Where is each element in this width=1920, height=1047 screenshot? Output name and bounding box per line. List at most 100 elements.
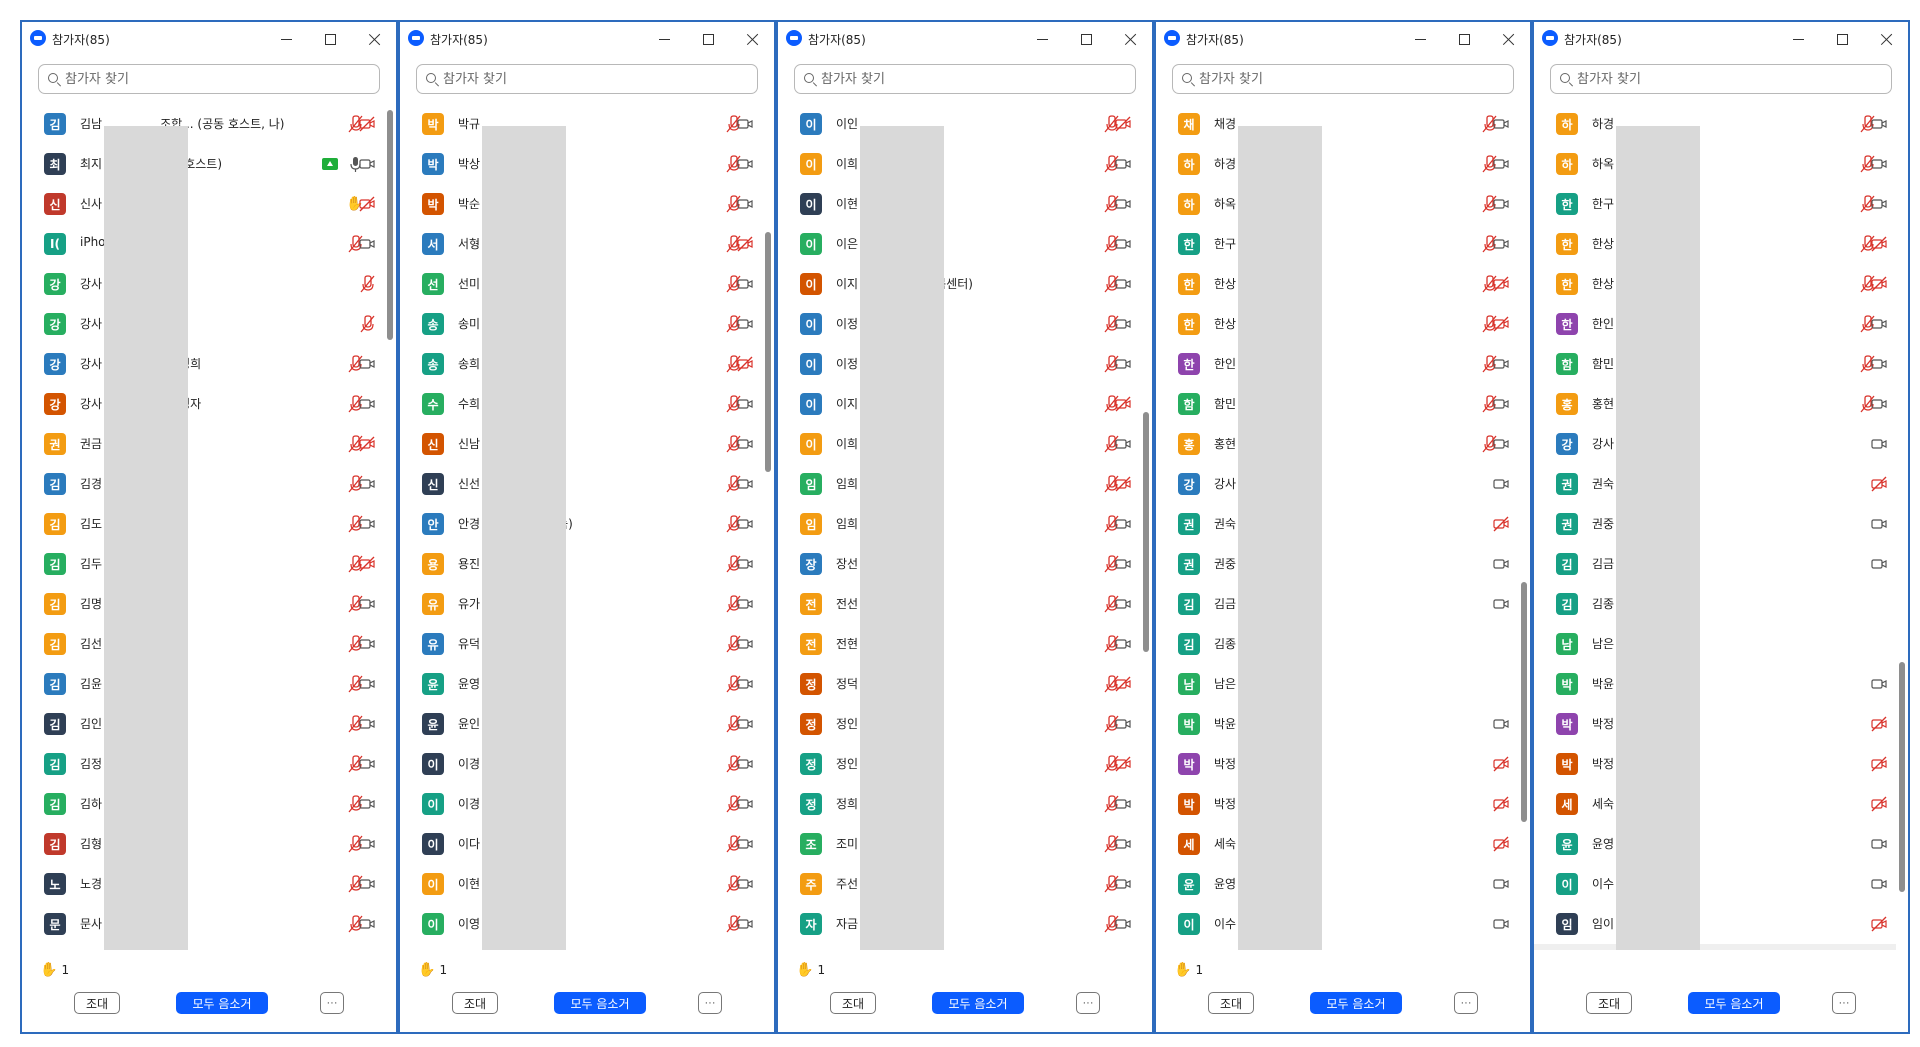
video-icon[interactable] [1870,675,1888,693]
close-button[interactable] [1864,22,1908,56]
participant-row[interactable]: 김 김정 [22,744,384,784]
search-input[interactable] [1199,69,1499,89]
participant-row[interactable]: 강 강사 [22,304,384,344]
video-icon[interactable] [1114,315,1132,333]
participant-row[interactable]: 하 하경 [1534,104,1896,144]
more-options-button[interactable]: ··· [1454,992,1478,1014]
mic-muted-icon[interactable] [358,315,376,333]
video-icon[interactable] [358,875,376,893]
video-off-icon[interactable] [1492,795,1510,813]
video-icon[interactable] [1492,355,1510,373]
video-icon[interactable] [1870,395,1888,413]
participant-row[interactable]: 김김선06 [22,624,384,664]
video-off-icon[interactable] [1870,275,1888,293]
participant-row[interactable]: 강 강사 [1156,464,1518,504]
video-off-icon[interactable] [1492,275,1510,293]
participant-row[interactable]: 남 남은 [1534,624,1896,664]
participant-row[interactable]: 권 권중 [1156,544,1518,584]
participant-row[interactable]: 김 김명 [22,584,384,624]
scrollbar-thumb[interactable] [1521,582,1527,822]
participant-row[interactable]: 박 박규 [400,104,762,144]
participant-row[interactable]: 주 주선 [778,864,1140,904]
video-icon[interactable] [1114,915,1132,933]
participant-row[interactable]: 신 신선 [400,464,762,504]
participant-row[interactable]: 김 김하 [22,784,384,824]
video-icon[interactable] [1114,515,1132,533]
participant-row[interactable]: 신 신사 ✋ [22,184,384,224]
video-icon[interactable] [1492,395,1510,413]
video-icon[interactable] [1492,475,1510,493]
participant-row[interactable]: 강강사고경자 [22,384,384,424]
video-icon[interactable] [358,755,376,773]
video-icon[interactable] [1870,195,1888,213]
participant-row[interactable]: I(iPho [22,224,384,264]
participant-row[interactable]: 박 박순 [400,184,762,224]
participant-row[interactable]: 권 권숙 [1534,464,1896,504]
participant-row[interactable]: 박 박정 [1534,704,1896,744]
participant-row[interactable]: 함 함민 [1534,344,1896,384]
video-icon[interactable] [358,155,376,173]
video-icon[interactable] [358,595,376,613]
invite-button[interactable]: 조대 [1208,992,1254,1014]
video-off-icon[interactable] [1870,715,1888,733]
mute-all-button[interactable]: 모두 음소거 [1310,992,1402,1014]
video-off-icon[interactable] [1870,755,1888,773]
video-icon[interactable] [358,795,376,813]
participant-row[interactable]: 한 한구 [1534,184,1896,224]
participant-row[interactable]: 한 한인 [1534,304,1896,344]
video-icon[interactable] [1114,275,1132,293]
participant-row[interactable]: 홍 홍현 [1156,424,1518,464]
participant-row[interactable]: 이 이경 [400,784,762,824]
participant-row[interactable]: 세 세숙 [1156,824,1518,864]
video-off-icon[interactable] [1114,755,1132,773]
invite-button[interactable]: 조대 [74,992,120,1014]
video-icon[interactable] [1492,115,1510,133]
video-icon[interactable] [1114,235,1132,253]
participant-row[interactable]: 김 김인 [22,704,384,744]
video-icon[interactable] [1114,555,1132,573]
video-off-icon[interactable] [358,195,376,213]
video-icon[interactable] [1870,875,1888,893]
close-button[interactable] [352,22,396,56]
minimize-button[interactable] [1776,22,1820,56]
participant-row[interactable]: 이 이현 [400,864,762,904]
participant-row[interactable]: 이 이희 [778,144,1140,184]
video-off-icon[interactable] [1492,315,1510,333]
participant-row[interactable]: 박 박윤 [1534,664,1896,704]
participant-row[interactable]: 한 한상 [1534,224,1896,264]
video-off-icon[interactable] [358,555,376,573]
scrollbar-thumb[interactable] [765,232,771,472]
video-icon[interactable] [1870,435,1888,453]
participant-row[interactable]: 안안경나눔) [400,504,762,544]
video-off-icon[interactable] [358,115,376,133]
participant-row[interactable]: 수 수희 [400,384,762,424]
participant-row[interactable]: 장 장선 [778,544,1140,584]
video-icon[interactable] [358,515,376,533]
more-options-button[interactable]: ··· [320,992,344,1014]
participant-row[interactable]: 정 정희 [778,784,1140,824]
participant-row[interactable]: 김 김남 조합... (공동 호스트, 나) [22,104,384,144]
scrollbar-thumb[interactable] [1899,662,1905,892]
video-icon[interactable] [736,515,754,533]
video-icon[interactable] [736,395,754,413]
video-off-icon[interactable] [736,355,754,373]
video-icon[interactable] [1492,595,1510,613]
participant-row[interactable]: 한 한상 [1156,304,1518,344]
video-icon[interactable] [736,875,754,893]
participant-row[interactable]: 이 이수 [1156,904,1518,944]
invite-button[interactable]: 조대 [1586,992,1632,1014]
video-icon[interactable] [736,555,754,573]
participant-row[interactable]: 이 이영 [400,904,762,944]
participant-row[interactable]: 문 문사 [22,904,384,944]
minimize-button[interactable] [642,22,686,56]
more-options-button[interactable]: ··· [1076,992,1100,1014]
participant-row[interactable]: 이 이정 [778,344,1140,384]
video-icon[interactable] [1492,715,1510,733]
video-icon[interactable] [1492,195,1510,213]
participant-row[interactable]: 하 하옥 [1534,144,1896,184]
participant-row[interactable]: 한 한인 [1156,344,1518,384]
video-off-icon[interactable] [1870,475,1888,493]
video-icon[interactable] [1870,155,1888,173]
video-icon[interactable] [1492,235,1510,253]
participant-row[interactable]: 최 최지 h (호스트) [22,144,384,184]
